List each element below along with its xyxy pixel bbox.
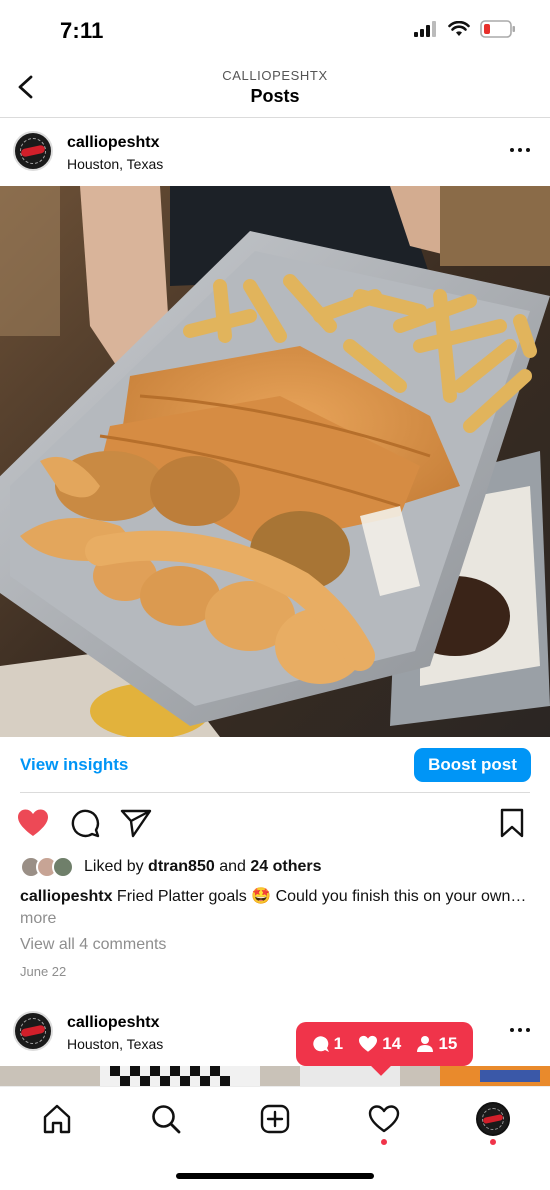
comment-button[interactable] <box>67 805 103 841</box>
liker-avatar <box>52 856 74 878</box>
like-count: 14 <box>358 1034 401 1054</box>
view-insights-link[interactable]: View insights <box>20 755 128 775</box>
tab-profile[interactable] <box>473 1099 513 1145</box>
comment-bubble-icon <box>312 1036 329 1052</box>
post-header: calliopeshtx Houston, Texas <box>0 118 550 186</box>
like-button[interactable] <box>15 805 51 841</box>
post-date: June 22 <box>20 964 67 979</box>
post-username[interactable]: calliopeshtx <box>67 134 159 152</box>
fried-platter-photo <box>0 186 550 737</box>
more-options-button[interactable] <box>508 1020 532 1040</box>
search-icon <box>152 1105 181 1134</box>
post-actions <box>0 805 550 845</box>
heart-icon <box>359 1035 378 1052</box>
caption-username[interactable]: calliopeshtx <box>20 888 112 905</box>
header-account-name: CALLIOPESHTX <box>222 68 328 83</box>
more-options-button[interactable] <box>508 140 532 160</box>
follower-count: 15 <box>416 1034 457 1054</box>
caption-text: Fried Platter goals 🤩 Could you finish t… <box>112 888 527 905</box>
liker-username[interactable]: dtran850 <box>148 858 215 875</box>
tab-activity[interactable] <box>364 1099 404 1145</box>
insights-row: View insights Boost post <box>0 737 550 793</box>
comment-count: 1 <box>312 1034 343 1054</box>
bookmark-icon <box>500 808 524 838</box>
profile-notification-dot <box>490 1139 496 1145</box>
save-button[interactable] <box>494 805 530 841</box>
likes-text: Liked by dtran850 and 24 others <box>84 858 322 875</box>
send-icon <box>120 809 152 838</box>
heart-filled-icon <box>18 809 48 836</box>
post-location[interactable]: Houston, Texas <box>67 1036 163 1052</box>
caption-more-link[interactable]: more <box>20 910 56 927</box>
likes-summary[interactable]: Liked by dtran850 and 24 others <box>20 855 321 879</box>
profile-avatar <box>476 1102 510 1136</box>
home-icon <box>43 1104 71 1134</box>
avatar[interactable] <box>13 131 53 171</box>
post-photo[interactable] <box>0 186 550 737</box>
activity-notification-pill[interactable]: 1 14 15 <box>296 1022 473 1076</box>
divider <box>20 792 530 793</box>
status-icons <box>414 20 516 38</box>
person-icon <box>417 1036 434 1052</box>
create-icon <box>260 1104 290 1134</box>
posts-header: CALLIOPESHTX Posts <box>0 62 550 118</box>
status-time: 7:11 <box>60 18 104 43</box>
view-comments-link[interactable]: View all 4 comments <box>20 936 166 954</box>
post-caption: calliopeshtx Fried Platter goals 🤩 Could… <box>20 886 535 930</box>
battery-low-icon <box>480 20 515 38</box>
activity-notification-dot <box>381 1139 387 1145</box>
post-username[interactable]: calliopeshtx <box>67 1014 159 1032</box>
cellular-signal-icon <box>414 21 436 37</box>
others-count[interactable]: 24 others <box>250 858 321 875</box>
tab-search[interactable] <box>146 1099 186 1139</box>
post-location[interactable]: Houston, Texas <box>67 156 163 172</box>
home-indicator <box>176 1173 374 1179</box>
next-photo-preview <box>0 1066 550 1086</box>
next-post-photo[interactable] <box>0 1066 550 1086</box>
comment-icon <box>71 809 100 838</box>
liker-avatars <box>20 855 78 879</box>
share-button[interactable] <box>118 805 154 841</box>
avatar[interactable] <box>13 1011 53 1051</box>
tab-home[interactable] <box>37 1099 77 1139</box>
boost-post-button[interactable]: Boost post <box>414 748 531 782</box>
page-title: Posts <box>250 86 300 106</box>
status-bar: 7:11 <box>0 0 550 62</box>
activity-heart-icon <box>368 1105 400 1133</box>
wifi-icon <box>448 21 470 36</box>
tab-create[interactable] <box>255 1099 295 1139</box>
